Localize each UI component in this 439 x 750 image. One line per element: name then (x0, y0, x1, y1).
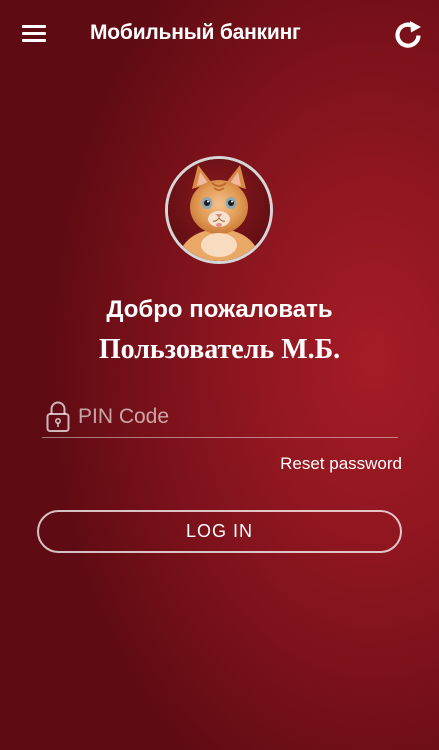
user-name: Пользователь М.Б. (98, 334, 341, 365)
pin-code-input[interactable] (78, 402, 388, 432)
app-title: Мобильный банкинг (90, 21, 301, 44)
user-avatar (165, 156, 273, 264)
welcome-greeting: Добро пожаловать (106, 296, 333, 323)
reset-password-link[interactable]: Reset password (280, 454, 402, 474)
hamburger-menu-icon[interactable] (22, 25, 46, 43)
lock-icon (46, 400, 70, 433)
pin-field (42, 398, 398, 438)
refresh-icon[interactable] (391, 18, 425, 52)
app-header: Мобильный банкинг (0, 0, 439, 70)
login-button[interactable]: LOG IN (37, 510, 402, 553)
